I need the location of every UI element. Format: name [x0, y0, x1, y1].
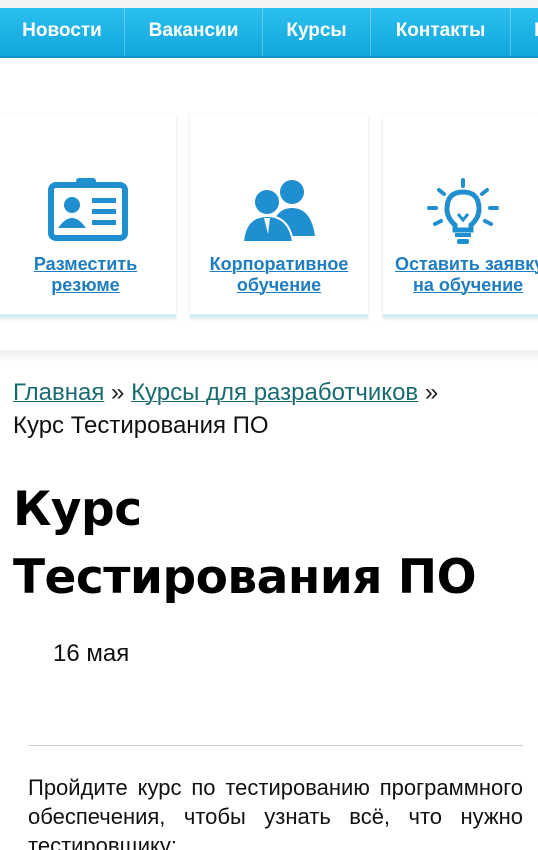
- post-date: 16 мая: [53, 640, 130, 667]
- breadcrumb-category-link[interactable]: Курсы для разработчиков: [131, 379, 418, 406]
- breadcrumb-current: Курс Тестирования ПО: [13, 412, 269, 439]
- top-strip: [0, 0, 538, 8]
- breadcrumb-separator: »: [111, 379, 125, 406]
- article-intro: Пройдите курс по тестированию программно…: [28, 775, 523, 850]
- nav-contacts[interactable]: Контакты: [371, 8, 511, 56]
- id-card-icon: [48, 178, 128, 247]
- card-corporate-training[interactable]: Корпоративное обучение: [190, 114, 368, 318]
- breadcrumb-home-link[interactable]: Главная: [13, 379, 104, 406]
- card-label-line2[interactable]: на обучение: [395, 275, 538, 296]
- page-title: Курс Тестирования ПО: [13, 482, 477, 605]
- card-label-line2[interactable]: обучение: [190, 275, 368, 296]
- card-training-request[interactable]: Оставить заявку на обучение: [383, 114, 538, 318]
- section-divider: [0, 350, 538, 362]
- card-label-line1[interactable]: Оставить заявку: [395, 254, 538, 275]
- card-post-resume[interactable]: Разместить резюме: [0, 114, 176, 318]
- main-nav: Новости Вакансии Курсы Контакты П: [0, 8, 538, 58]
- nav-news[interactable]: Новости: [0, 8, 125, 56]
- service-cards: Разместить резюме Корпоративное обучение: [0, 58, 538, 360]
- breadcrumb-separator: »: [424, 379, 439, 406]
- card-label-line1[interactable]: Корпоративное: [190, 254, 368, 275]
- card-label-line1[interactable]: Разместить: [0, 254, 176, 275]
- content-divider: [28, 745, 523, 746]
- people-icon: [237, 178, 321, 249]
- nav-more[interactable]: П: [511, 8, 538, 56]
- card-label-line2[interactable]: резюме: [0, 275, 176, 296]
- nav-vacancies[interactable]: Вакансии: [125, 8, 263, 56]
- nav-courses[interactable]: Курсы: [263, 8, 371, 56]
- lightbulb-icon: [423, 178, 503, 251]
- breadcrumb: Главная » Курсы для разработчиков » Курс…: [13, 376, 528, 442]
